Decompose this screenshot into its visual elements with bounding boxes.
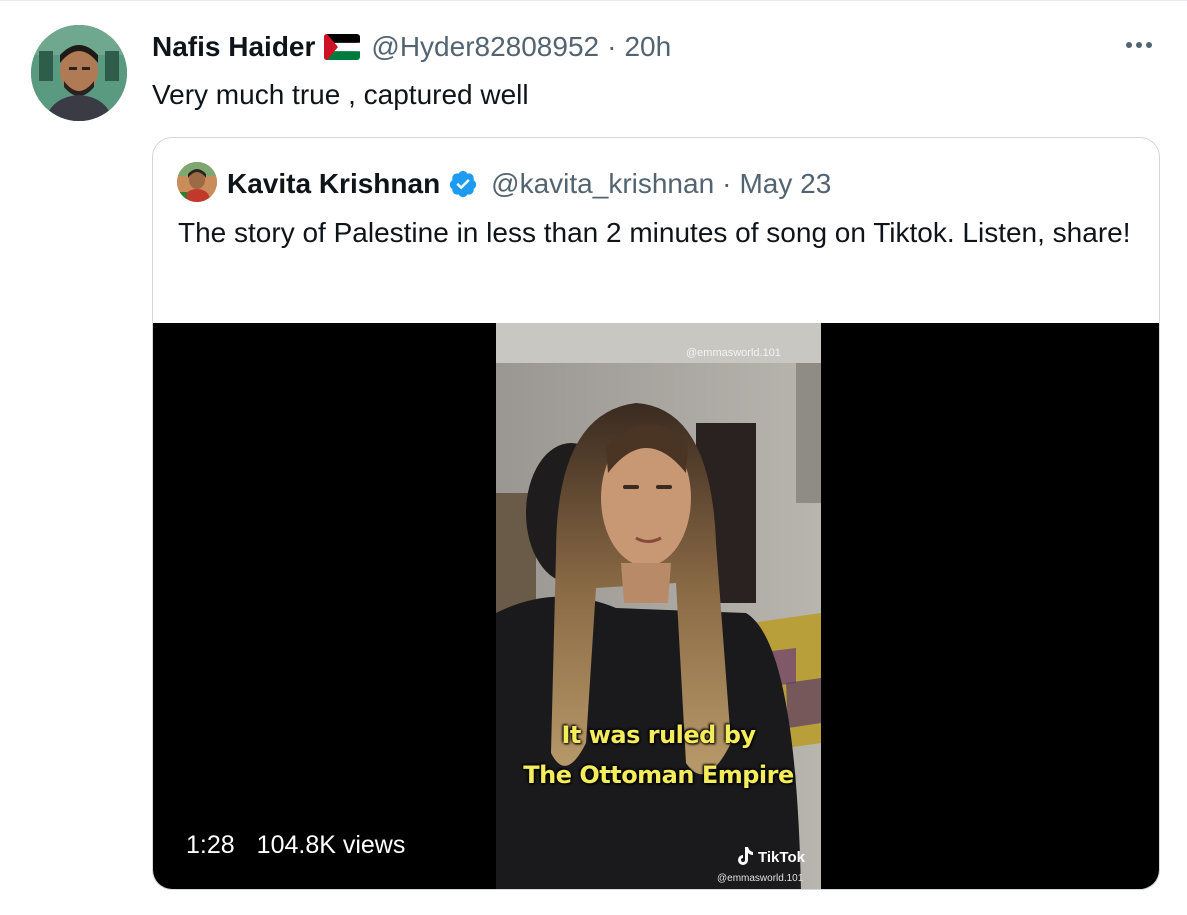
- video-watermark-top: @emmasworld.101: [686, 347, 781, 359]
- quoted-author-display-name[interactable]: Kavita Krishnan: [227, 168, 440, 200]
- quoted-author-avatar: [177, 162, 217, 202]
- tweet-timestamp[interactable]: 20h: [624, 31, 671, 63]
- quoted-tweet-card[interactable]: Kavita Krishnan @kavita_krishnan · May 2…: [152, 137, 1160, 890]
- quoted-author-handle[interactable]: @kavita_krishnan: [491, 168, 714, 200]
- quoted-separator-dot: ·: [722, 168, 732, 199]
- video-caption: It was ruled by The Ottoman Empire: [496, 715, 821, 795]
- quoted-avatar-image: [177, 162, 217, 202]
- tiktok-handle: @emmasworld.101: [717, 873, 804, 884]
- verified-badge-icon: [448, 169, 478, 199]
- video-caption-line1: It was ruled by: [561, 721, 756, 749]
- separator-dot: ·: [607, 31, 617, 62]
- avatar-image: [31, 25, 127, 121]
- tiktok-logo: TikTok: [736, 847, 805, 867]
- more-options-button[interactable]: [1122, 30, 1156, 60]
- tweet-text: Very much true , captured well: [152, 79, 529, 110]
- quoted-tweet-text: The story of Palestine in less than 2 mi…: [178, 217, 1131, 248]
- palestine-flag-icon: [324, 34, 361, 60]
- author-avatar[interactable]: [31, 25, 127, 121]
- video-duration: 1:28: [186, 831, 235, 859]
- video-caption-line2: The Ottoman Empire: [523, 761, 794, 789]
- quoted-tweet-date: May 23: [739, 168, 832, 199]
- video-frame-image: [496, 323, 821, 889]
- tiktok-icon: [738, 847, 753, 865]
- tweet-header: Nafis Haider @Hyder82808952 · 20h: [152, 28, 671, 66]
- video-views: 104.8K views: [256, 831, 406, 859]
- author-display-name[interactable]: Nafis Haider: [152, 31, 315, 63]
- video-meta: 1:28 104.8K views: [186, 831, 405, 860]
- tweet[interactable]: Nafis Haider @Hyder82808952 · 20h Very m…: [0, 0, 1187, 915]
- tiktok-label: TikTok: [758, 848, 805, 866]
- video-thumbnail: @emmasworld.101 It was ruled by The Otto…: [496, 323, 821, 889]
- author-handle[interactable]: @Hyder82808952: [371, 31, 599, 63]
- quoted-tweet-header: Kavita Krishnan @kavita_krishnan · May 2…: [227, 164, 831, 204]
- video-player[interactable]: @emmasworld.101 It was ruled by The Otto…: [153, 323, 1159, 889]
- more-horizontal-icon: [1126, 42, 1152, 48]
